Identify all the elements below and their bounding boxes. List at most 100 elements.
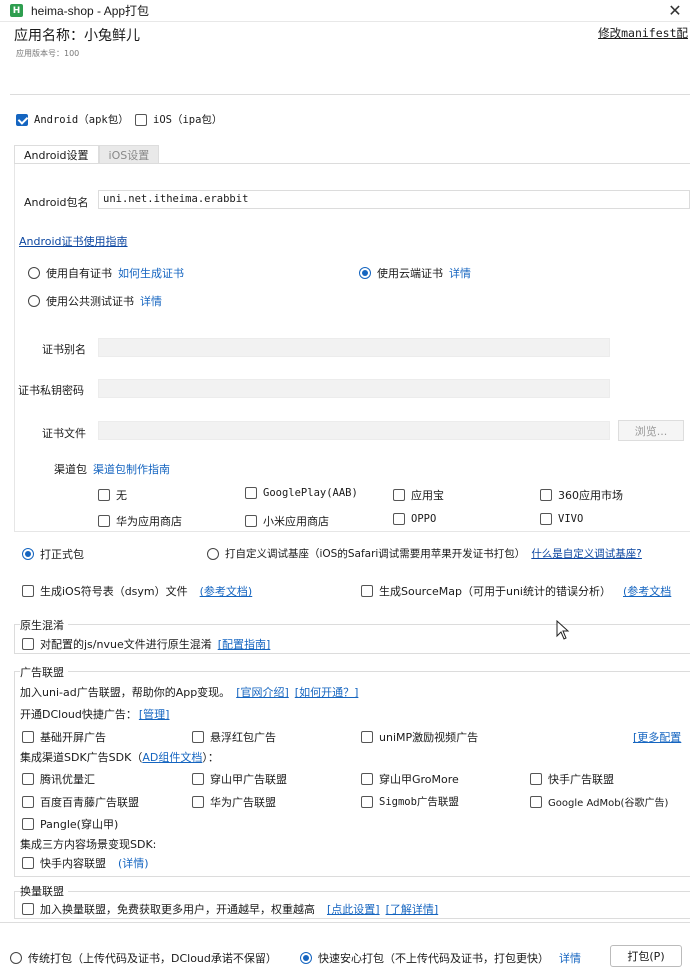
exchange-detail-link[interactable]: [了解详情] bbox=[386, 901, 439, 917]
ads-manage-link[interactable]: [管理] bbox=[139, 706, 170, 722]
ads-sdk-checkbox[interactable] bbox=[22, 773, 34, 785]
cert-cloud-link[interactable]: 详情 bbox=[449, 265, 471, 281]
exchange-option[interactable]: 加入换量联盟，免费获取更多用户，开通越早，权重越高 [点此设置] [了解详情] bbox=[22, 901, 438, 917]
sourcemap-option[interactable]: 生成SourceMap（可用于uni统计的错误分析） (参考文档 bbox=[361, 583, 671, 599]
ads-sdk-item[interactable]: 穿山甲GroMore bbox=[361, 771, 459, 787]
channel-checkbox[interactable] bbox=[98, 515, 110, 527]
channel-checkbox[interactable] bbox=[393, 513, 405, 525]
ads-sdk-item[interactable]: 穿山甲广告联盟 bbox=[192, 771, 287, 787]
cert-own-option[interactable]: 使用自有证书 如何生成证书 bbox=[28, 265, 184, 281]
pack-traditional-radio[interactable] bbox=[10, 952, 22, 964]
channel-guide-link[interactable]: 渠道包制作指南 bbox=[93, 461, 170, 477]
ads-quick-item[interactable]: 基础开屏广告 bbox=[22, 729, 106, 745]
channel-item[interactable]: 应用宝 bbox=[393, 487, 444, 503]
channel-item[interactable]: 华为应用商店 bbox=[98, 513, 182, 529]
app-version: 应用版本号：100 bbox=[16, 49, 80, 58]
ads-sdk-item-label: Pangle(穿山甲) bbox=[40, 818, 119, 831]
cert-own-radio[interactable] bbox=[28, 267, 40, 279]
ads-sdk-item[interactable]: 百度百青藤广告联盟 bbox=[22, 794, 139, 810]
cert-generate-link[interactable]: 如何生成证书 bbox=[118, 265, 184, 281]
channel-checkbox[interactable] bbox=[393, 489, 405, 501]
build-custom-option[interactable]: 打自定义调试基座（iOS的Safari调试需要用苹果开发证书打包） 什么是自定义… bbox=[207, 546, 642, 561]
ads-sdk-checkbox[interactable] bbox=[192, 796, 204, 808]
channel-item[interactable]: VIVO bbox=[540, 513, 583, 525]
channel-checkbox[interactable] bbox=[540, 513, 552, 525]
ads-quick-checkbox[interactable] bbox=[22, 731, 34, 743]
ads-sdk-item[interactable]: 快手广告联盟 bbox=[530, 771, 614, 787]
exchange-setup-link[interactable]: [点此设置] bbox=[327, 901, 380, 917]
custom-base-link[interactable]: 什么是自定义调试基座? bbox=[531, 546, 642, 561]
ads-sdk-item-label: 穿山甲GroMore bbox=[379, 773, 459, 786]
cert-public-link[interactable]: 详情 bbox=[140, 293, 162, 309]
cert-public-option[interactable]: 使用公共测试证书 详情 bbox=[28, 293, 162, 309]
ads-quick-item[interactable]: 悬浮红包广告 bbox=[192, 729, 276, 745]
platform-ios[interactable]: iOS（ipa包） bbox=[135, 112, 222, 127]
exchange-checkbox[interactable] bbox=[22, 903, 34, 915]
channel-checkbox[interactable] bbox=[98, 489, 110, 501]
build-custom-radio[interactable] bbox=[207, 547, 219, 560]
edit-manifest-link[interactable]: 修改manifest配 bbox=[598, 25, 688, 41]
pack-traditional-option[interactable]: 传统打包（上传代码及证书，DCloud承诺不保留） bbox=[10, 950, 277, 966]
ads-sdk-checkbox[interactable] bbox=[22, 796, 34, 808]
ads-howto-link[interactable]: [如何开通？] bbox=[295, 684, 359, 700]
browse-button[interactable]: 浏览... bbox=[618, 420, 684, 441]
ads-quick-checkbox[interactable] bbox=[361, 731, 373, 743]
platform-android[interactable]: Android（apk包） bbox=[16, 112, 129, 127]
package-name-input[interactable]: uni.net.itheima.erabbit bbox=[98, 190, 690, 209]
dsym-checkbox[interactable] bbox=[22, 585, 34, 597]
dsym-option[interactable]: 生成iOS符号表（dsym）文件 (参考文档) bbox=[22, 583, 252, 599]
ads-sdk-checkbox[interactable] bbox=[361, 773, 373, 785]
cert-cloud-option[interactable]: 使用云端证书 详情 bbox=[359, 265, 471, 281]
pack-fast-option[interactable]: 快速安心打包（不上传代码及证书，打包更快） 详情 bbox=[300, 950, 581, 966]
ads-content-checkbox[interactable] bbox=[22, 857, 34, 869]
build-formal-radio[interactable] bbox=[22, 548, 34, 560]
obfuscate-guide-link[interactable]: [配置指南] bbox=[218, 636, 271, 652]
channel-item[interactable]: 无 bbox=[98, 487, 127, 503]
channel-checkbox[interactable] bbox=[540, 489, 552, 501]
ads-sdk-item[interactable]: Sigmob广告联盟 bbox=[361, 794, 459, 809]
sourcemap-doc-link[interactable]: (参考文档 bbox=[623, 583, 671, 599]
pack-button[interactable]: 打包(P) bbox=[610, 945, 682, 967]
channel-item[interactable]: 360应用市场 bbox=[540, 487, 623, 503]
ads-content-detail-link[interactable]: (详情) bbox=[118, 855, 149, 871]
channel-item[interactable]: OPPO bbox=[393, 513, 436, 525]
cert-alias-input[interactable] bbox=[98, 338, 610, 357]
dsym-doc-link[interactable]: (参考文档) bbox=[200, 583, 253, 599]
ads-content-item[interactable]: 快手内容联盟 (详情) bbox=[22, 855, 149, 871]
obfuscate-option[interactable]: 对配置的js/nvue文件进行原生混淆 [配置指南] bbox=[22, 636, 270, 652]
ads-sdk-item[interactable]: 腾讯优量汇 bbox=[22, 771, 95, 787]
tab-android[interactable]: Android设置 bbox=[14, 145, 99, 163]
ads-sdk-doc-link[interactable]: AD组件文档 bbox=[142, 749, 202, 765]
ads-sdk-item[interactable]: Pangle(穿山甲) bbox=[22, 816, 118, 832]
pack-fast-radio[interactable] bbox=[300, 952, 312, 964]
ads-sdk-checkbox[interactable] bbox=[192, 773, 204, 785]
cert-guide-link[interactable]: Android证书使用指南 bbox=[19, 233, 128, 249]
ads-quick-item[interactable]: uniMP激励视频广告 bbox=[361, 729, 478, 745]
build-formal-option[interactable]: 打正式包 bbox=[22, 546, 84, 562]
ios-checkbox[interactable] bbox=[135, 113, 147, 126]
ads-official-link[interactable]: [官网介绍] bbox=[236, 684, 289, 700]
ads-sdk-checkbox[interactable] bbox=[530, 795, 542, 808]
ads-sdk-item[interactable]: 华为广告联盟 bbox=[192, 794, 276, 810]
ads-sdk-checkbox[interactable] bbox=[530, 773, 542, 785]
ads-sdk-item[interactable]: Google AdMob(谷歌广告) bbox=[530, 794, 668, 809]
pack-fast-detail-link[interactable]: 详情 bbox=[559, 950, 581, 966]
android-checkbox[interactable] bbox=[16, 113, 28, 126]
channel-item[interactable]: GooglePlay(AAB) bbox=[245, 487, 358, 499]
obfuscate-checkbox[interactable] bbox=[22, 638, 34, 650]
cert-cloud-radio[interactable] bbox=[359, 267, 371, 279]
ads-sdk-checkbox[interactable] bbox=[361, 795, 373, 808]
channel-item[interactable]: 小米应用商店 bbox=[245, 513, 329, 529]
ads-more-link[interactable]: [更多配置 bbox=[633, 729, 681, 745]
ads-quick-checkbox[interactable] bbox=[192, 731, 204, 743]
sourcemap-checkbox[interactable] bbox=[361, 585, 373, 597]
cert-file-input[interactable] bbox=[98, 421, 610, 440]
cert-password-input[interactable] bbox=[98, 379, 610, 398]
channel-checkbox[interactable] bbox=[245, 487, 257, 499]
channel-checkbox[interactable] bbox=[245, 515, 257, 527]
tab-ios[interactable]: iOS设置 bbox=[98, 145, 160, 163]
ads-sdk-checkbox[interactable] bbox=[22, 818, 34, 830]
cert-public-radio[interactable] bbox=[28, 295, 40, 307]
close-icon[interactable]: ✕ bbox=[666, 1, 684, 20]
ads-more-row: [更多配置 bbox=[633, 729, 681, 745]
